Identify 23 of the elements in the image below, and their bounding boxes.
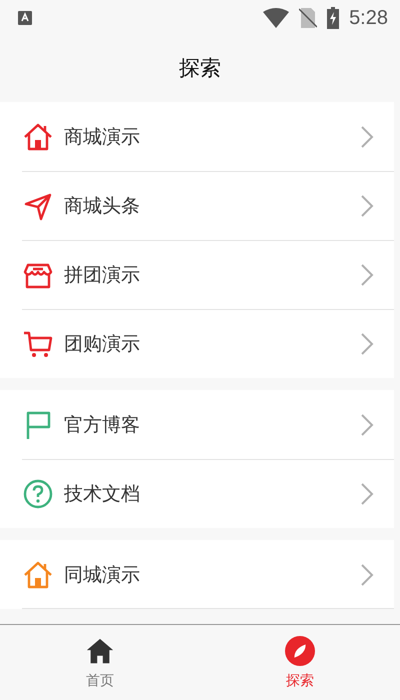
no-sim-icon <box>299 8 318 28</box>
menu-item[interactable]: 同城演示 <box>0 540 394 609</box>
chevron-right-icon <box>360 262 374 286</box>
chevron-right-icon <box>360 124 374 148</box>
tab[interactable]: 探索 <box>200 625 400 700</box>
menu-item[interactable]: 团购演示 <box>0 309 394 378</box>
status-time: 5:28 <box>349 6 388 30</box>
menu-item[interactable]: 官方博客 <box>0 390 394 459</box>
page-title: 探索 <box>179 55 221 82</box>
menu-item[interactable]: 拼团演示 <box>0 240 394 309</box>
battery-charging-icon <box>327 7 340 29</box>
menu-item[interactable]: 商城头条 <box>0 171 394 240</box>
keyboard-icon <box>18 11 32 25</box>
menu-item[interactable]: 技术文档 <box>0 459 394 528</box>
menu-item[interactable]: 商城演示 <box>0 102 394 171</box>
chevron-right-icon <box>360 562 374 586</box>
wifi-icon <box>263 8 290 28</box>
chevron-right-icon <box>360 194 374 218</box>
tab[interactable]: 首页 <box>0 625 200 700</box>
chevron-right-icon <box>360 482 374 506</box>
compass-icon <box>285 636 315 666</box>
chevron-right-icon <box>360 332 374 356</box>
chevron-right-icon <box>360 412 374 436</box>
